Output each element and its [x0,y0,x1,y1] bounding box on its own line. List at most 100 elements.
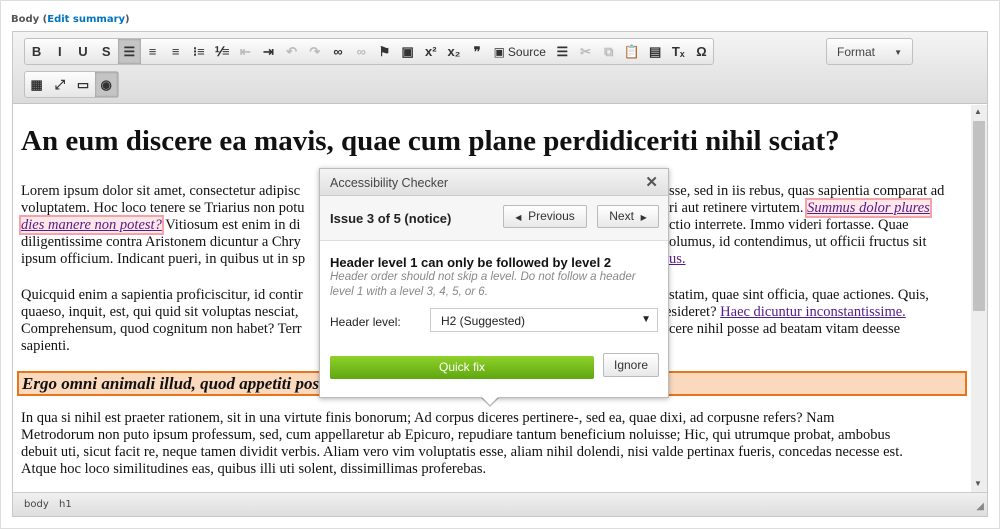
edit-summary-link[interactable]: Edit summary [47,14,125,25]
paste-icon[interactable]: 📋 [620,39,643,64]
undo-icon[interactable]: ↶ [280,39,303,64]
align-right-icon[interactable]: ≡ [164,39,187,64]
text-line: dies manere non potest? Vitiosum est eni… [19,215,301,235]
header-level-label: Header level: [330,315,401,329]
subscript-icon[interactable]: x₂ [442,39,465,64]
header-level-value: H2 (Suggested) [441,314,526,328]
text-span: esideret? [665,304,721,320]
format-label: Format [837,45,876,59]
path-body[interactable]: body [24,499,49,510]
text-span: Vitiosum est enim in di [161,217,301,233]
element-path-bar: body h1 ◢ [13,492,987,516]
panel-header: Accessibility Checker ✕ [320,169,668,196]
horizontal-rule-icon[interactable]: ☰ [551,39,574,64]
text-line: Metrodorum non puto ipsum professum, sed… [21,427,891,443]
body-label: Body [11,14,40,25]
source-label: Source [507,44,546,59]
scrollbar-thumb[interactable] [973,121,985,311]
superscript-icon[interactable]: x² [419,39,442,64]
issue-counter: Issue 3 of 5 (notice) [330,211,452,226]
link[interactable]: us. [669,251,686,268]
text-line: quaeso, inquit, est, qui quid sit volupt… [21,304,299,320]
paste-from-word-icon[interactable]: ▤ [644,39,667,64]
redo-icon[interactable]: ↷ [303,39,326,64]
text-line: ctio interrete. Immo videri fortasse. Qu… [669,217,909,233]
blockquote-icon[interactable]: ❞ [466,39,489,64]
align-left-icon[interactable]: ☰ [117,39,141,64]
header-level-select[interactable]: H2 (Suggested) ▼ [430,308,658,332]
text-line: Comprehensum, quod cognitum non habet? T… [21,321,302,337]
path-h1[interactable]: h1 [59,499,72,510]
remove-format-icon[interactable]: Tₓ [667,39,690,64]
text-line: statim, quae sint officia, quae actiones… [669,287,929,303]
triangle-right-icon: ▶ [640,213,647,222]
ignore-button[interactable]: Ignore [603,353,659,377]
bold-icon[interactable]: B [25,39,48,64]
text-line: voluptatem. Hoc loco tenere se Triarius … [21,200,305,216]
flagged-link[interactable]: dies manere non potest? [19,215,164,235]
quick-fix-button[interactable]: Quick fix [330,356,594,379]
text-line: esideret? Haec dicuntur inconstantissime… [665,304,906,321]
text-line: olumus, id contendimus, ut officii fruct… [669,234,927,250]
text-line: cere nihil posse ad beatam vitam deesse [669,321,901,337]
unlink-icon[interactable]: ∞ [350,39,373,64]
heading-1: An eum discere ea mavis, quae cum plane … [21,125,840,157]
text-line: Atque hoc loco similitudines eas, quibus… [21,461,487,477]
maximize-icon[interactable]: ⤢ [48,72,71,97]
text-line: Quicquid enim a sapientia proficiscitur,… [21,287,303,303]
flagged-link[interactable]: Summus dolor plures [805,198,932,218]
issue-navigation: Issue 3 of 5 (notice) ◀ Previous Next ▶ [320,196,668,241]
italic-icon[interactable]: I [48,39,71,64]
link-icon[interactable]: ∞ [326,39,349,64]
accessibility-checker-panel: Accessibility Checker ✕ Issue 3 of 5 (not… [319,168,669,398]
text-line: In qua si nihil est praeter rationem, si… [21,410,835,426]
toolbar-group-main: B I U S ☰ ≡ ≡ ⁝≡ ⅟≡ ⇤ ⇥ ↶ ↷ ∞ ∞ ⚑ ▣ x² x₂ ❞ ▣ Source ☰ ✂ ⧉ 📋 ▤ Tₓ Ω [24,38,715,65]
special-character-icon[interactable]: Ω [690,39,713,64]
outdent-icon[interactable]: ⇤ [234,39,257,64]
toolbar-group-extra: ▦ ⤢ ▭ ◉ [24,71,119,98]
underline-icon[interactable]: U [71,39,94,64]
source-button[interactable]: ▣ Source [489,39,551,64]
panel-title: Accessibility Checker [330,176,449,190]
cut-icon[interactable]: ✂ [574,39,597,64]
bulleted-list-icon[interactable]: ⁝≡ [187,39,210,64]
paragraph-template-icon[interactable]: ▭ [71,72,94,97]
format-dropdown[interactable]: Format ▼ [826,38,913,65]
popup-pointer-fill [481,396,499,405]
scroll-up-icon[interactable]: ▲ [974,107,982,116]
text-line: Lorem ipsum dolor sit amet, consectetur … [21,183,301,199]
previous-label: Previous [528,209,575,223]
scrollbar[interactable]: ▲ ▼ [971,105,987,492]
text-span: ri aut retinere virtutem. [669,200,808,216]
indent-icon[interactable]: ⇥ [257,39,280,64]
next-button[interactable]: Next ▶ [597,205,659,228]
align-center-icon[interactable]: ≡ [141,39,164,64]
text-line: sapienti. [21,338,70,354]
numbered-list-icon[interactable]: ⅟≡ [211,39,234,64]
source-icon: ▣ [493,44,505,59]
previous-button[interactable]: ◀ Previous [503,205,587,228]
triangle-left-icon: ◀ [515,213,522,222]
chevron-down-icon: ▼ [894,48,902,57]
text-line: debuit uti, sicut facit re, neque tamen … [21,444,903,460]
table-icon[interactable]: ▦ [25,72,48,97]
image-icon[interactable]: ▣ [396,39,419,64]
text-line: sse, sed in iis rebus, quas sapientia co… [669,183,945,199]
close-icon[interactable]: ✕ [645,173,658,191]
copy-icon[interactable]: ⧉ [597,39,620,64]
accessibility-checker-icon[interactable]: ◉ [94,72,118,97]
resize-handle-icon[interactable]: ◢ [976,501,984,512]
text-line: ri aut retinere virtutem. Summus dolor p… [669,198,932,218]
toolbar: B I U S ☰ ≡ ≡ ⁝≡ ⅟≡ ⇤ ⇥ ↶ ↷ ∞ ∞ ⚑ ▣ x² x₂ ❞ ▣ Source ☰ ✂ ⧉ 📋 ▤ Tₓ Ω … [13,32,987,104]
issue-description: Header order should not skip a level. Do… [330,271,636,298]
field-label: Body (Edit summary) [11,14,130,25]
text-line: ipsum officium. Indicant pueri, in quibu… [21,251,306,267]
scroll-down-icon[interactable]: ▼ [974,479,982,488]
next-label: Next [609,209,634,223]
link[interactable]: Haec dicuntur inconstantissime. [720,304,906,320]
anchor-flag-icon[interactable]: ⚑ [373,39,396,64]
caret-down-icon: ▼ [641,314,651,325]
strikethrough-icon[interactable]: S [95,39,118,64]
issue-message: Header level 1 can only be followed by l… [330,255,612,270]
text-line: diligentissime contra Aristonem dicuntur… [21,234,301,250]
